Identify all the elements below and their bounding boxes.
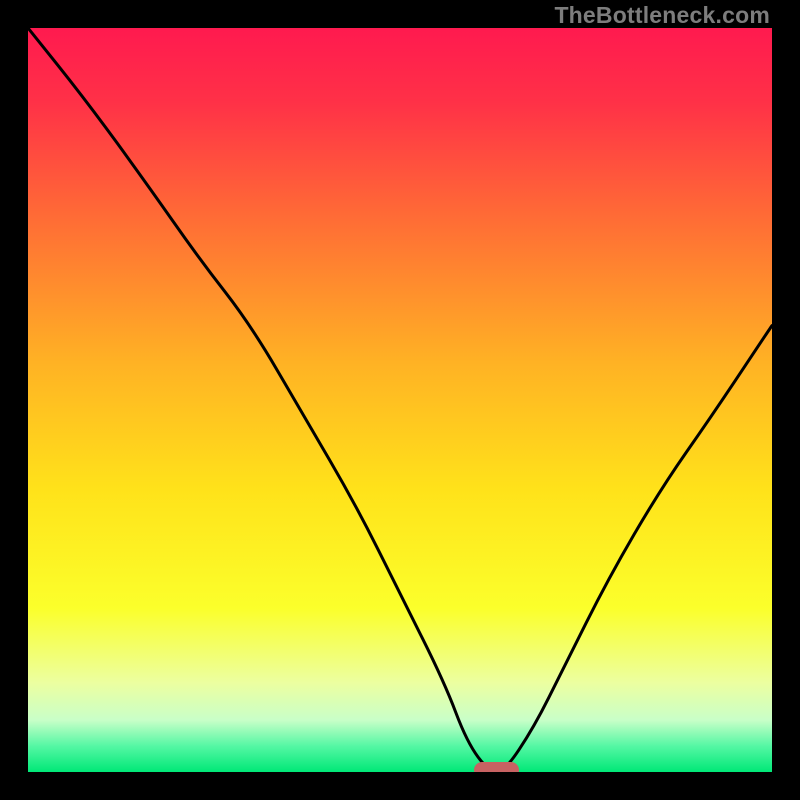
plot-area bbox=[28, 28, 772, 772]
bottleneck-curve bbox=[28, 28, 772, 772]
optimum-marker bbox=[474, 762, 519, 772]
chart-frame: TheBottleneck.com bbox=[0, 0, 800, 800]
watermark-text: TheBottleneck.com bbox=[554, 2, 770, 29]
